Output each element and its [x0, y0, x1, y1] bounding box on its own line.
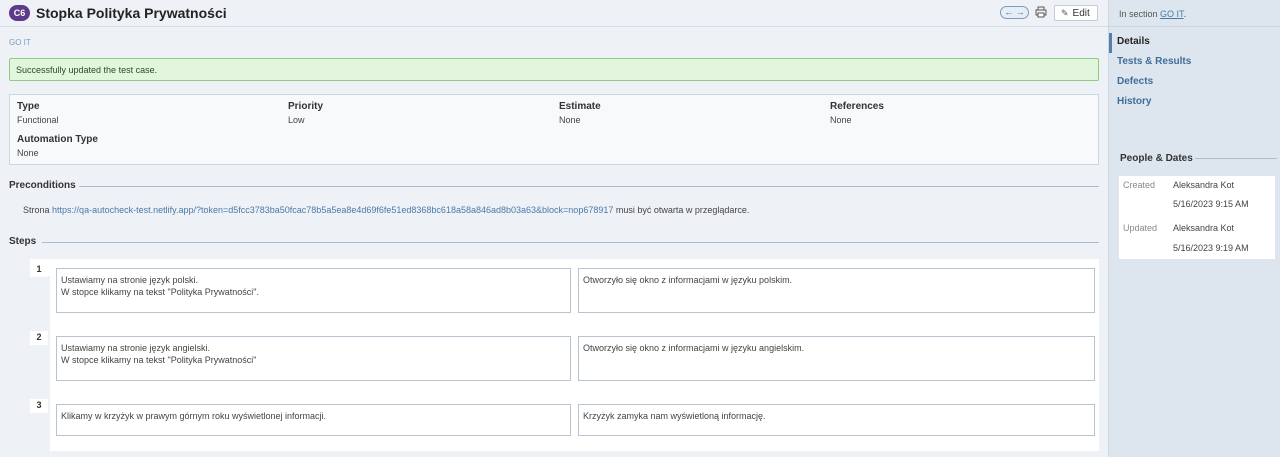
step-action-line: Ustawiamy na stronie język polski. — [61, 275, 199, 285]
field-references: References None — [830, 101, 884, 125]
created-date: 5/16/2023 9:15 AM — [1173, 199, 1249, 209]
field-value: None — [830, 115, 852, 125]
sidebar: In section GO IT. Details Tests & Result… — [1108, 0, 1280, 457]
step-action[interactable]: Ustawiamy na stronie język angielski. W … — [56, 336, 571, 381]
precondition-link[interactable]: https://qa-autocheck-test.netlify.app/?t… — [52, 205, 613, 215]
field-value: Functional — [17, 115, 59, 125]
step-action-line: W stopce klikamy na tekst "Polityka Pryw… — [61, 287, 259, 297]
sidebar-item-tests-results[interactable]: Tests & Results — [1109, 53, 1280, 73]
step-expected-result[interactable]: Otworzyło się okno z informacjami w języ… — [578, 336, 1095, 381]
field-automation-type: Automation Type None — [17, 134, 98, 158]
section-divider — [1195, 158, 1277, 159]
page-header: C6 Stopka Polityka Prywatności ← → ✎ Edit — [0, 0, 1108, 27]
precondition-suffix: musi być otwarta w przeglądarce. — [615, 205, 750, 215]
step-action-line: Klikamy w krzyżyk w prawym górnym roku w… — [61, 411, 327, 421]
edit-button[interactable]: ✎ Edit — [1054, 5, 1098, 21]
step-gutter — [30, 386, 50, 451]
section-info: In section GO IT. — [1109, 0, 1280, 27]
edit-button-label: Edit — [1072, 8, 1090, 19]
success-alert: Successfully updated the test case. — [9, 58, 1099, 81]
field-label: Priority — [288, 101, 324, 112]
prev-next-navigation[interactable]: ← → — [1000, 6, 1029, 19]
field-label: References — [830, 101, 884, 112]
field-label: Automation Type — [17, 134, 98, 145]
updated-label: Updated — [1123, 223, 1158, 233]
preconditions-heading: Preconditions — [9, 180, 76, 191]
steps-heading: Steps — [9, 236, 37, 247]
sidebar-item-defects[interactable]: Defects — [1109, 73, 1280, 93]
updated-date: 5/16/2023 9:19 AM — [1173, 243, 1249, 253]
step-action-line: Ustawiamy na stronie język angielski. — [61, 343, 211, 353]
field-value: None — [17, 148, 39, 158]
field-type: Type Functional — [17, 101, 59, 125]
step-number: 3 — [30, 399, 48, 413]
step-number: 1 — [30, 263, 48, 277]
section-divider — [79, 186, 1099, 187]
case-fields-panel: Type Functional Priority Low Estimate No… — [9, 94, 1099, 165]
sidebar-item-history[interactable]: History — [1109, 93, 1280, 113]
step-action[interactable]: Ustawiamy na stronie język polski. W sto… — [56, 268, 571, 313]
step-expected-result[interactable]: Krzyżyk zamyka nam wyświetloną informacj… — [578, 404, 1095, 436]
people-dates-heading: People & Dates — [1120, 153, 1193, 164]
created-label: Created — [1123, 180, 1156, 190]
sidebar-nav: Details Tests & Results Defects History — [1109, 33, 1280, 113]
field-estimate: Estimate None — [559, 101, 601, 125]
step-action-line: W stopce klikamy na tekst "Polityka Pryw… — [61, 355, 257, 365]
page-title: Stopka Polityka Prywatności — [36, 5, 227, 21]
breadcrumb[interactable]: GO IT — [9, 38, 31, 47]
step-action[interactable]: Klikamy w krzyżyk w prawym górnym roku w… — [56, 404, 571, 436]
step-gutter — [30, 318, 50, 386]
step-expected-result[interactable]: Otworzyło się okno z informacjami w języ… — [578, 268, 1095, 313]
precondition-prefix: Strona — [23, 205, 50, 215]
pencil-icon: ✎ — [1061, 8, 1069, 18]
section-divider — [42, 242, 1099, 243]
field-value: Low — [288, 115, 305, 125]
section-link[interactable]: GO IT — [1160, 9, 1184, 19]
field-label: Type — [17, 101, 40, 112]
preconditions-text: Strona https://qa-autocheck-test.netlify… — [23, 205, 749, 215]
main-content: C6 Stopka Polityka Prywatności ← → ✎ Edit… — [0, 0, 1108, 457]
step-gutter — [30, 276, 50, 318]
created-by: Aleksandra Kot — [1173, 180, 1235, 190]
field-priority: Priority Low — [288, 101, 323, 125]
updated-by: Aleksandra Kot — [1173, 223, 1235, 233]
field-label: Estimate — [559, 101, 601, 112]
print-icon[interactable] — [1035, 6, 1047, 18]
case-id-badge: C6 — [9, 5, 30, 21]
section-suffix: . — [1183, 9, 1187, 19]
field-value: None — [559, 115, 581, 125]
step-number: 2 — [30, 331, 48, 345]
people-dates-panel: Created Aleksandra Kot 5/16/2023 9:15 AM… — [1119, 176, 1275, 259]
sidebar-item-details[interactable]: Details — [1109, 33, 1280, 53]
section-prefix: In section — [1119, 9, 1158, 19]
